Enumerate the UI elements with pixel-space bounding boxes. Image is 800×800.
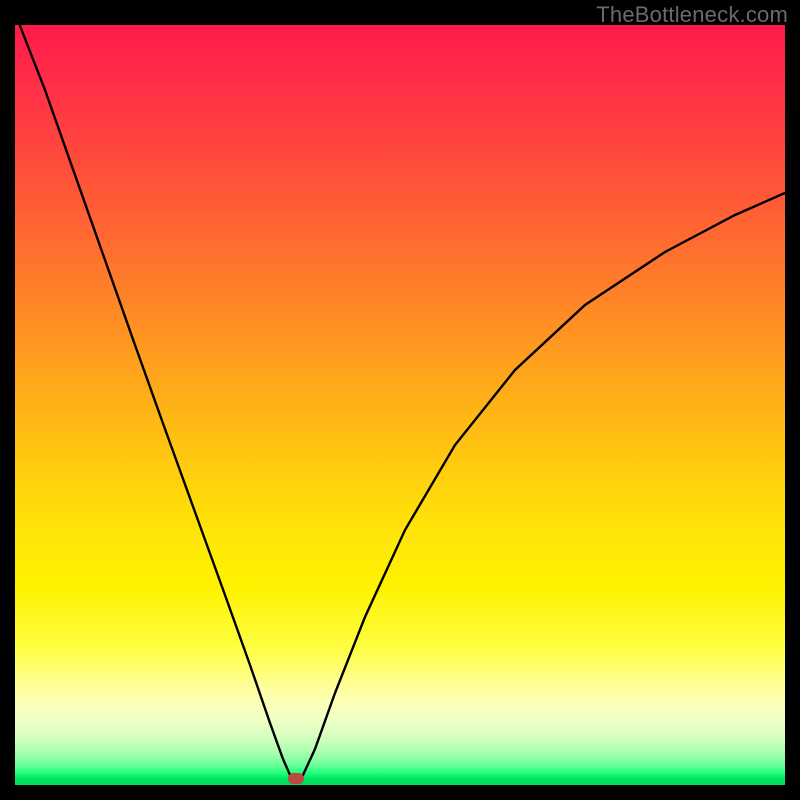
- watermark-text: TheBottleneck.com: [596, 2, 788, 28]
- bottleneck-curve: [15, 25, 785, 785]
- plot-area: [15, 25, 785, 785]
- min-marker: [288, 773, 304, 784]
